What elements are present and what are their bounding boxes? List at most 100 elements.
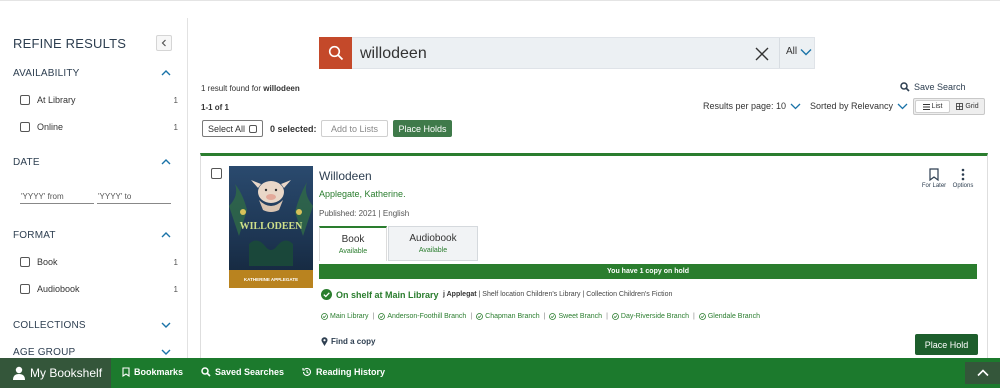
search-divider [779,38,780,68]
add-to-lists-button[interactable]: Add to Lists [321,120,388,137]
section-title-format[interactable]: FORMAT [13,230,56,241]
branch-separator: | [470,313,473,320]
branch-separator: | [543,313,546,320]
check-circle-outline-icon [612,313,619,320]
place-holds-button[interactable]: Place Holds [393,120,452,137]
section-title-date[interactable]: DATE [13,157,40,168]
search-button[interactable] [319,37,352,69]
saved-searches-label: Saved Searches [215,367,285,377]
grid-view-button[interactable]: Grid [951,99,984,114]
results-count: 1 result found for willodeen [201,84,300,93]
chevron-up-icon[interactable] [161,230,171,240]
search-input[interactable] [360,44,740,64]
check-circle-outline-icon [321,313,328,320]
section-title-collections[interactable]: COLLECTIONS [13,320,86,331]
select-all-button[interactable]: Select All [202,120,263,137]
result-checkbox[interactable] [211,168,222,179]
filter-option-online[interactable]: Online 1 [20,120,178,134]
checkbox[interactable] [20,257,30,267]
date-from-input[interactable] [20,190,94,204]
expand-bookshelf-button[interactable] [965,362,1000,384]
save-search-label: Save Search [914,82,966,92]
place-hold-button[interactable]: Place Hold [915,334,978,355]
book-cover-image[interactable]: WILLODEEN KATHERINE APPLEGATE [229,166,313,288]
select-all-checkbox [249,124,258,133]
find-a-copy-link[interactable]: Find a copy [321,337,375,346]
branch-separator: | [606,313,608,320]
chevron-up-icon[interactable] [161,157,171,167]
bookmarks-link[interactable]: Bookmarks [122,367,183,377]
clear-search-button[interactable] [752,44,772,64]
section-title-availability[interactable]: AVAILABILITY [13,68,80,79]
map-pin-icon [321,337,328,346]
format-status: Available [418,247,448,254]
grid-icon [956,103,964,110]
search-scope-select[interactable]: All [786,46,812,57]
sort-select[interactable]: Sorted by Relevancy [810,101,908,111]
date-to-input[interactable] [97,190,171,204]
my-bookshelf-button[interactable]: My Bookshelf [0,358,111,388]
chevron-up-icon [976,369,989,377]
search-icon [201,367,211,377]
filter-option-at-library[interactable]: At Library 1 [20,93,178,107]
shelf-status-text: On shelf at Main Library [336,289,439,300]
chevron-down-icon [897,103,908,109]
collapse-sidebar-button[interactable] [156,35,172,51]
branch-link[interactable]: Day-Riverside Branch [612,313,689,320]
item-author[interactable]: Applegate, Katherine. [319,189,406,199]
item-title[interactable]: Willodeen [319,169,372,183]
format-tab-audiobook[interactable]: Audiobook Available [388,226,478,261]
branch-link[interactable]: Anderson-Foothill Branch [378,313,466,320]
checkbox[interactable] [20,122,30,132]
branch-name: Anderson-Foothill Branch [387,313,467,320]
filter-label: Book [37,257,58,267]
results-per-page-select[interactable]: Results per page: 10 [703,101,801,111]
branch-link[interactable]: Sweet Branch [549,313,602,320]
chevron-down-icon[interactable] [161,347,171,357]
check-circle-outline-icon [476,313,484,320]
chevron-down-icon [790,103,801,109]
options-label: Options [952,183,974,189]
filter-count: 1 [173,257,178,267]
refine-title: REFINE RESULTS [13,36,127,51]
results-count-prefix: 1 result found for [201,84,262,93]
history-icon [302,367,311,376]
options-button[interactable]: Options [948,168,978,189]
shelf-detail: j Applegat | Shelf location Children's L… [443,291,672,298]
item-published: Published: 2021 | English [319,209,410,218]
my-bookshelf-label: My Bookshelf [30,366,103,380]
call-number: j Applegat [443,291,477,298]
chevron-down-icon[interactable] [161,320,171,330]
hold-notice: You have 1 copy on hold [319,264,977,279]
list-icon [922,103,930,110]
checkbox[interactable] [20,284,30,294]
filter-option-audiobook[interactable]: Audiobook 1 [20,282,178,296]
close-icon [755,47,769,61]
section-title-age-group[interactable]: AGE GROUP [13,347,75,358]
bookmarks-label: Bookmarks [134,367,184,377]
reading-history-label: Reading History [316,367,386,377]
branch-name: Day-Riverside Branch [620,313,689,320]
branch-name: Main Library [330,313,369,320]
list-view-button[interactable]: List [915,100,950,113]
chevron-up-icon[interactable] [161,68,171,78]
saved-searches-link[interactable]: Saved Searches [201,367,284,377]
checkbox[interactable] [20,95,30,105]
branch-link[interactable]: Chapman Branch [476,313,540,320]
check-circle-outline-icon [549,313,557,320]
format-name: Audiobook [409,233,457,244]
branch-link[interactable]: Main Library [321,313,369,320]
filter-count: 1 [173,95,178,105]
save-search-button[interactable]: Save Search [900,82,966,92]
branch-link[interactable]: Glendale Branch [698,313,760,320]
for-later-button[interactable]: For Later [919,168,949,189]
filter-option-book[interactable]: Book 1 [20,255,178,269]
bookshelf-bar: My Bookshelf Bookmarks Saved Searches Re… [0,358,1000,388]
view-toggle: List Grid [913,98,985,115]
cover-author: KATHERINE APPLEGATE [244,277,298,282]
reading-history-link[interactable]: Reading History [302,367,385,377]
check-circle-icon [321,289,332,300]
shelf-status: On shelf at Main Library [321,289,439,300]
page: REFINE RESULTS AVAILABILITY At Library 1… [0,0,1000,388]
format-tab-book[interactable]: Book Available [319,226,387,261]
